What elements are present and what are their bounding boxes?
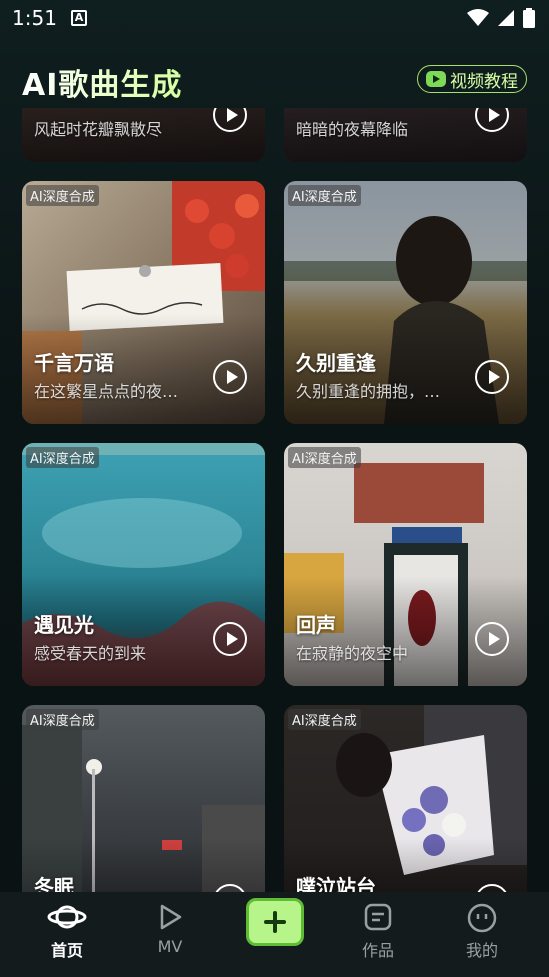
song-title: 千言万语 <box>34 351 114 375</box>
ai-synthesis-tag: AI深度合成 <box>26 709 99 730</box>
song-card[interactable]: 风起时花瓣飘散尽 <box>22 108 265 162</box>
header: AI歌曲生成 视频教程 <box>0 50 549 110</box>
play-icon[interactable] <box>475 360 509 394</box>
song-card[interactable]: AI深度合成 回声 在寂静的夜空中 <box>284 443 527 686</box>
song-subtitle: 风起时花瓣飘散尽 <box>34 120 163 139</box>
nav-mine[interactable]: 我的 <box>437 892 527 977</box>
song-card[interactable]: 暗暗的夜幕降临 <box>284 108 527 162</box>
song-title: 久别重逢 <box>296 351 376 375</box>
song-title: 回声 <box>296 613 336 637</box>
nav-home-label: 首页 <box>50 941 83 960</box>
video-tutorial-button[interactable]: 视频教程 <box>417 65 527 93</box>
battery-icon <box>523 8 535 28</box>
song-card[interactable]: AI深度合成 千言万语 在这繁星点点的夜… <box>22 181 265 424</box>
create-button[interactable] <box>246 898 304 946</box>
ai-synthesis-tag: AI深度合成 <box>288 447 361 468</box>
play-icon[interactable] <box>475 622 509 656</box>
song-subtitle: 在寂静的夜空中 <box>296 644 409 663</box>
ai-synthesis-tag: AI深度合成 <box>26 447 99 468</box>
nav-mine-label: 我的 <box>465 941 498 960</box>
nav-home[interactable]: 首页 <box>22 892 112 977</box>
wifi-icon <box>467 9 489 26</box>
ai-synthesis-tag: AI深度合成 <box>26 185 99 206</box>
status-time: 1:51 <box>12 6 57 30</box>
song-title: 噗泣站台 <box>296 875 376 892</box>
song-grid[interactable]: 风起时花瓣飘散尽 暗暗的夜幕降临 AI深度合成 千言万语 在这繁星点点的夜… A… <box>0 108 549 892</box>
song-title: 遇见光 <box>34 613 94 637</box>
status-bar: 1:51 A <box>0 0 549 38</box>
song-subtitle: 在这繁星点点的夜… <box>34 382 179 401</box>
song-card[interactable]: AI深度合成 噗泣站台 <box>284 705 527 892</box>
document-icon <box>364 903 392 931</box>
play-triangle-icon <box>160 904 182 930</box>
play-icon[interactable] <box>213 360 247 394</box>
page-title: AI歌曲生成 <box>22 60 182 104</box>
song-card[interactable]: AI深度合成 冬眠 <box>22 705 265 892</box>
smiley-icon <box>467 903 497 933</box>
ai-synthesis-tag: AI深度合成 <box>288 185 361 206</box>
nav-mv-label: MV <box>157 937 183 956</box>
song-card[interactable]: AI深度合成 久别重逢 久别重逢的拥抱，… <box>284 181 527 424</box>
signal-icon <box>498 10 514 26</box>
notification-icon: A <box>71 10 87 26</box>
planet-icon <box>47 905 87 929</box>
nav-works-label: 作品 <box>361 941 394 960</box>
app-screen: 1:51 A AI歌曲生成 视频教程 风起时花瓣飘散尽 暗暗的夜幕降临 AI深度… <box>0 0 549 977</box>
song-subtitle: 暗暗的夜幕降临 <box>296 120 409 139</box>
song-subtitle: 感受春天的到来 <box>34 644 147 663</box>
song-title: 冬眠 <box>34 875 74 892</box>
status-icons <box>467 8 535 28</box>
video-icon <box>426 71 446 87</box>
ai-synthesis-tag: AI深度合成 <box>288 709 361 730</box>
video-tutorial-label: 视频教程 <box>450 71 518 92</box>
nav-works[interactable]: 作品 <box>333 892 423 977</box>
nav-mv[interactable]: MV <box>125 892 215 977</box>
song-subtitle: 久别重逢的拥抱，… <box>296 382 441 401</box>
song-card[interactable]: AI深度合成 遇见光 感受春天的到来 <box>22 443 265 686</box>
bottom-nav: 首页 MV 作品 我的 <box>0 892 549 977</box>
play-icon[interactable] <box>213 622 247 656</box>
